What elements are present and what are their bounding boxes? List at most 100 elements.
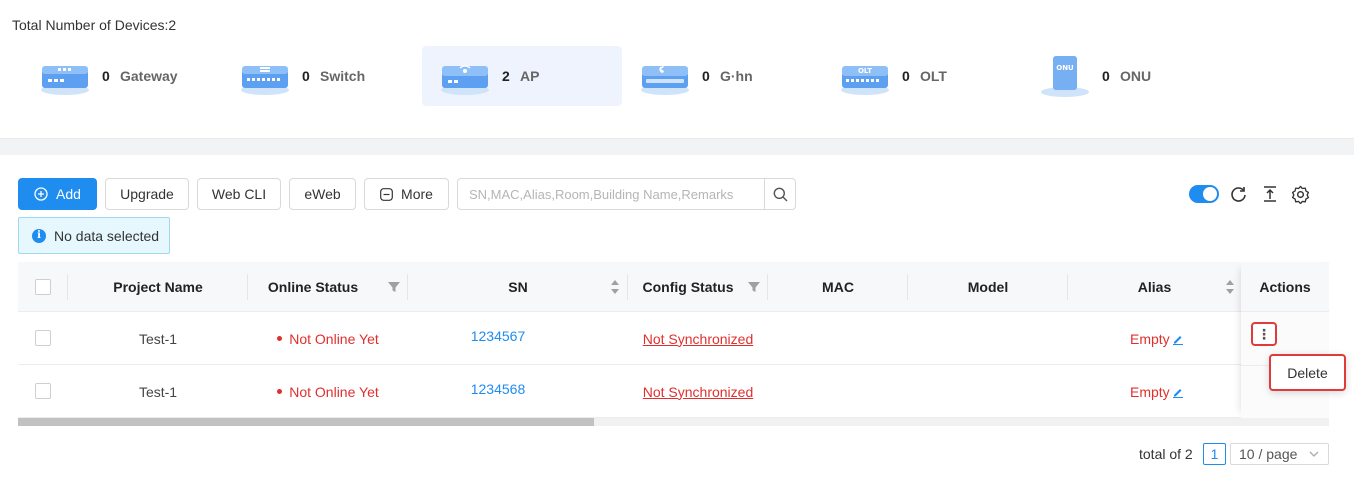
- olt-count: 0: [902, 68, 910, 84]
- pagination-total: total of 2: [1139, 446, 1193, 462]
- sort-icon[interactable]: [610, 279, 620, 295]
- device-card-ghn[interactable]: 0 G·hn: [622, 46, 822, 106]
- cell-config-status[interactable]: Not Synchronized: [628, 312, 768, 365]
- row-checkbox[interactable]: [35, 330, 51, 346]
- cell-sn[interactable]: 1234568: [408, 365, 588, 418]
- more-dots-icon: [380, 187, 393, 201]
- header-alias: Alias: [1068, 262, 1241, 312]
- header-sn-label: SN: [508, 279, 528, 295]
- gateway-icon: [41, 66, 89, 95]
- olt-label: OLT: [920, 68, 947, 84]
- cell-config-status[interactable]: Not Synchronized: [628, 365, 768, 418]
- device-card-onu[interactable]: ONU 0 ONU: [1022, 46, 1222, 106]
- onu-count: 0: [1102, 68, 1110, 84]
- gateway-label: Gateway: [120, 68, 178, 84]
- upgrade-button-label: Upgrade: [120, 186, 174, 202]
- onu-icon: ONU: [1041, 56, 1089, 97]
- section-divider: [0, 138, 1354, 155]
- add-button-label: Add: [56, 186, 81, 202]
- ghn-label: G·hn: [720, 68, 753, 84]
- cell-online-status: Not Online Yet: [248, 365, 408, 418]
- header-model: Model: [967, 279, 1009, 295]
- header-config-status-label: Config Status: [642, 279, 734, 295]
- olt-icon-text: OLT: [858, 67, 872, 75]
- switch-count: 0: [302, 68, 310, 84]
- header-sn: SN: [408, 262, 628, 312]
- eweb-button[interactable]: eWeb: [289, 178, 356, 210]
- cell-mac: [768, 312, 908, 365]
- header-mac: MAC: [822, 279, 854, 295]
- ghn-count: 0: [702, 68, 710, 84]
- device-summary: Total Number of Devices:2 0 Gateway 0 Sw…: [0, 0, 1354, 138]
- row-more-actions-button[interactable]: ⋮: [1251, 322, 1277, 346]
- online-status-text: Not Online Yet: [289, 383, 379, 400]
- device-card-gateway[interactable]: 0 Gateway: [22, 46, 222, 106]
- total-devices-label: Total Number of Devices:2: [12, 17, 177, 33]
- horizontal-scrollbar[interactable]: [18, 418, 1329, 426]
- select-all-checkbox[interactable]: [35, 279, 51, 295]
- refresh-icon[interactable]: [1229, 184, 1249, 204]
- alias-value: Empty: [1130, 330, 1170, 347]
- gateway-count: 0: [102, 68, 110, 84]
- cell-model: [908, 312, 1068, 365]
- header-alias-label: Alias: [1137, 279, 1172, 295]
- edit-pencil-icon[interactable]: [1172, 333, 1184, 345]
- selection-info-text: No data selected: [54, 227, 160, 244]
- header-online-status-label: Online Status: [267, 279, 359, 295]
- page-size-select[interactable]: 10 / page: [1230, 443, 1329, 465]
- delete-menu-item[interactable]: Delete: [1269, 354, 1346, 391]
- cell-sn[interactable]: 1234567: [408, 312, 588, 365]
- status-dot: [277, 389, 283, 394]
- header-online-status: Online Status: [248, 262, 408, 312]
- selection-info-alert: i No data selected: [18, 217, 170, 254]
- upgrade-button[interactable]: Upgrade: [105, 178, 189, 210]
- switch-label: Switch: [320, 68, 366, 84]
- toggle-knob: [1203, 187, 1217, 201]
- table-row[interactable]: Test-1 Not Online Yet 1234568 Not Synchr…: [18, 365, 1329, 418]
- sort-icon[interactable]: [1225, 279, 1235, 295]
- plus-circle-icon: [34, 187, 48, 201]
- ghn-icon: [641, 66, 689, 95]
- search-icon: [773, 187, 787, 201]
- ap-count: 2: [502, 68, 510, 84]
- settings-gear-icon[interactable]: [1290, 184, 1310, 204]
- ap-icon: [441, 65, 489, 95]
- web-cli-button[interactable]: Web CLI: [197, 178, 281, 210]
- alias-value: Empty: [1130, 383, 1170, 400]
- ap-label: AP: [520, 68, 540, 84]
- row-checkbox[interactable]: [35, 383, 51, 399]
- more-button[interactable]: More: [364, 178, 449, 210]
- scrollbar-thumb[interactable]: [18, 418, 594, 426]
- web-cli-button-label: Web CLI: [211, 186, 267, 202]
- auto-refresh-toggle[interactable]: [1189, 185, 1219, 203]
- export-icon[interactable]: [1260, 184, 1280, 204]
- table-header: Project Name Online Status SN Config Sta…: [18, 262, 1329, 312]
- info-icon: i: [32, 228, 46, 243]
- filter-icon[interactable]: [748, 281, 760, 293]
- eweb-button-label: eWeb: [304, 186, 341, 202]
- switch-icon: [241, 66, 289, 95]
- filter-icon[interactable]: [388, 281, 400, 293]
- table-row[interactable]: Test-1 Not Online Yet 1234567 Not Synchr…: [18, 312, 1329, 365]
- cell-project-name: Test-1: [138, 383, 178, 400]
- status-dot: [277, 336, 283, 341]
- olt-icon: OLT: [841, 66, 889, 95]
- device-card-ap[interactable]: 2 AP: [422, 46, 622, 106]
- onu-label: ONU: [1120, 68, 1152, 84]
- search-input[interactable]: [458, 179, 766, 209]
- online-status-text: Not Online Yet: [289, 330, 379, 347]
- device-card-olt[interactable]: OLT 0 OLT: [822, 46, 1022, 106]
- more-button-label: More: [401, 186, 433, 202]
- search-button[interactable]: [764, 179, 795, 209]
- add-button[interactable]: Add: [18, 178, 97, 210]
- chevron-down-icon: [1309, 451, 1319, 457]
- cell-online-status: Not Online Yet: [248, 312, 408, 365]
- cell-model: [908, 365, 1068, 418]
- cell-project-name: Test-1: [138, 330, 178, 347]
- header-actions: Actions: [1241, 262, 1329, 312]
- edit-pencil-icon[interactable]: [1172, 386, 1184, 398]
- page-number-1[interactable]: 1: [1203, 443, 1226, 465]
- onu-icon-text: ONU: [1056, 64, 1074, 72]
- device-card-switch[interactable]: 0 Switch: [222, 46, 422, 106]
- search-box: [457, 178, 796, 210]
